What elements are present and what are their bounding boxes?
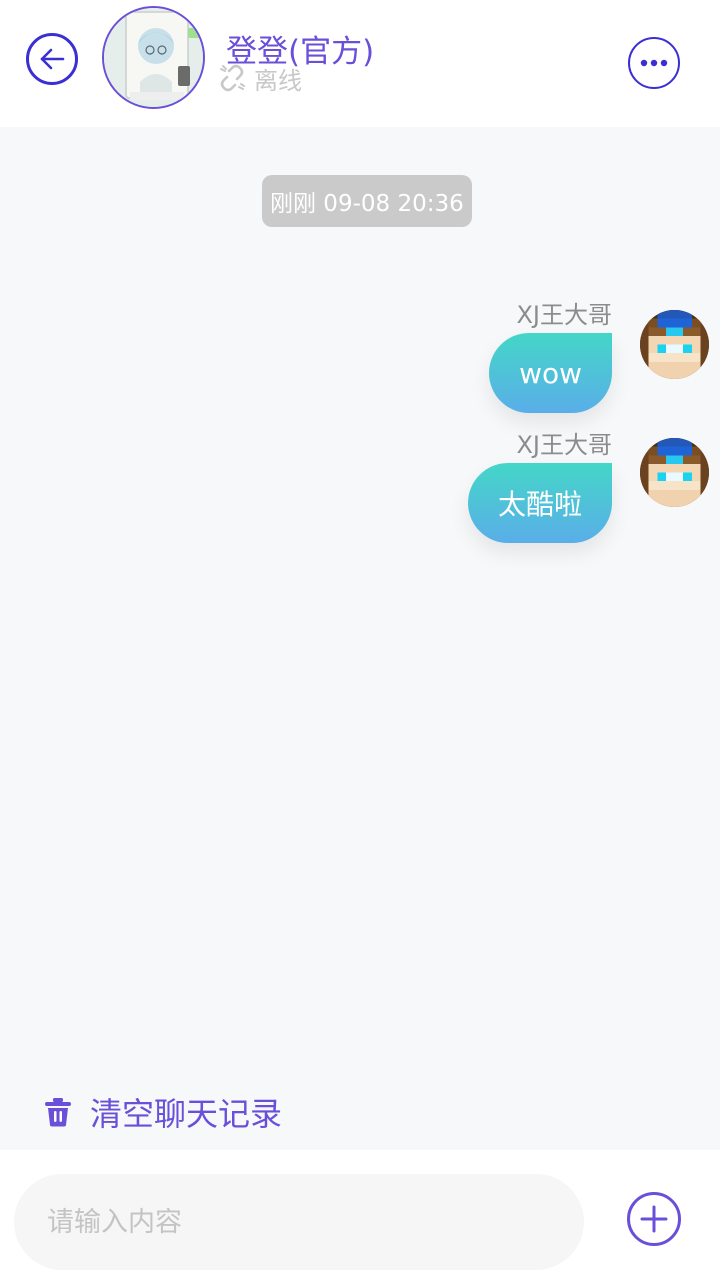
pixel-avatar-image	[640, 438, 709, 507]
contact-avatar[interactable]	[102, 6, 205, 109]
message-sender: XJ王大哥	[516, 431, 612, 459]
more-dots-icon	[640, 59, 668, 67]
back-arrow-icon	[40, 48, 65, 70]
back-button[interactable]	[26, 33, 78, 85]
message-input[interactable]	[14, 1174, 584, 1270]
user-avatar[interactable]	[640, 310, 709, 379]
user-avatar[interactable]	[640, 438, 709, 507]
message-bubble[interactable]: 太酷啦	[467, 463, 612, 543]
message-sender: XJ王大哥	[516, 301, 612, 329]
status-row: 离线	[218, 62, 302, 95]
clear-history-label: 清空聊天记录	[90, 1095, 283, 1133]
message-bubble[interactable]: wow	[489, 333, 612, 413]
plus-icon	[640, 1205, 668, 1233]
chat-header: 登登(官方) 离线	[0, 0, 720, 127]
clear-history-button[interactable]: 清空聊天记录	[44, 1090, 282, 1134]
timestamp-badge: 刚刚 09-08 20:36	[262, 175, 472, 227]
add-attachment-button[interactable]	[627, 1192, 681, 1246]
contact-avatar-image	[104, 8, 203, 107]
status-text: 离线	[254, 66, 302, 95]
pixel-avatar-image	[640, 310, 709, 379]
trash-icon	[45, 1098, 71, 1127]
more-button[interactable]	[628, 37, 680, 89]
unlink-icon	[220, 64, 245, 92]
input-bar	[0, 1150, 720, 1280]
chat-area[interactable]: 刚刚 09-08 20:36 XJ王大哥 wow XJ王大哥 太酷啦 清空聊天记…	[0, 127, 720, 1150]
